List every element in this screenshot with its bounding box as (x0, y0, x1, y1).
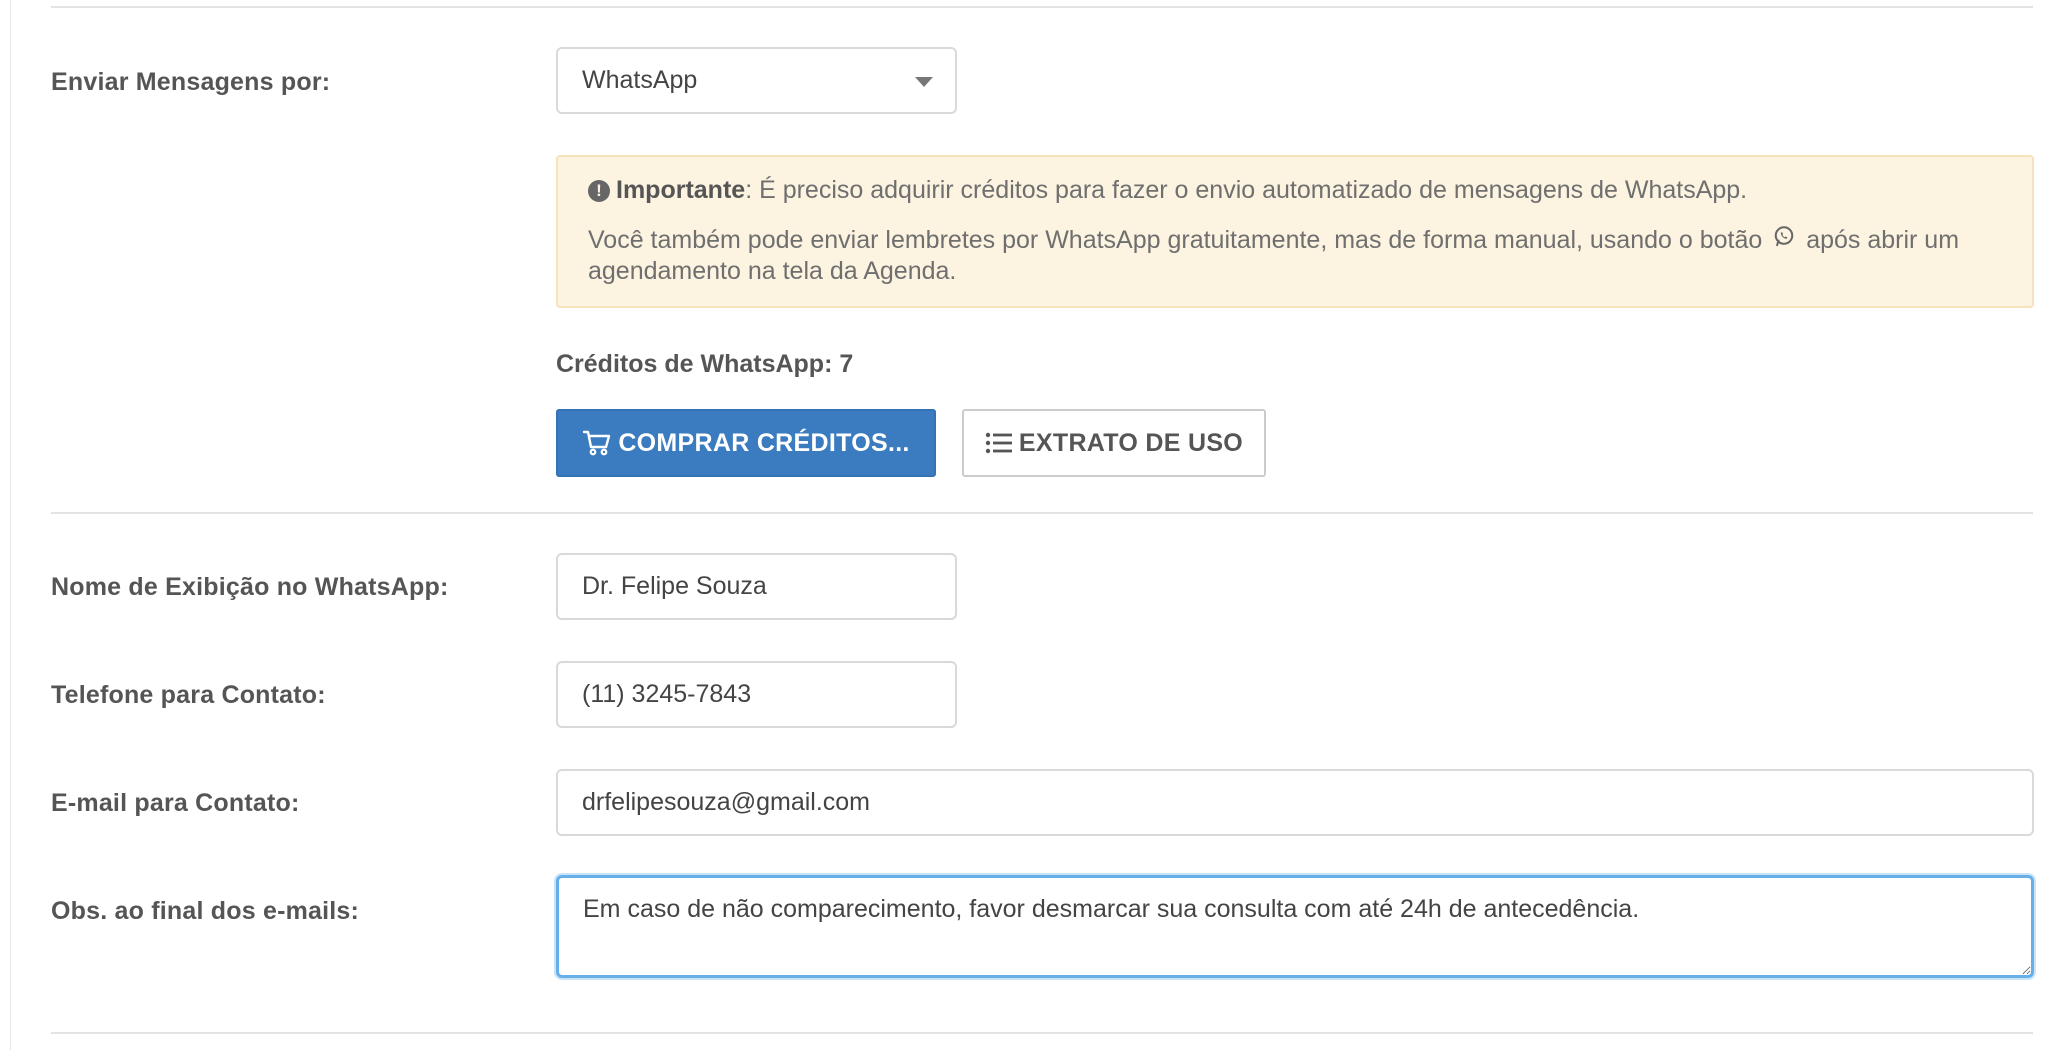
phone-input[interactable] (556, 661, 957, 728)
important-alert: ! Importante: É preciso adquirir créditos… (556, 155, 2034, 308)
usage-statement-button[interactable]: EXTRATO DE USO (962, 409, 1266, 477)
chevron-down-icon (915, 77, 933, 87)
settings-panel: Enviar Mensagens por: WhatsApp ! Importan… (10, 0, 2070, 1050)
shopping-cart-icon (583, 430, 611, 456)
send-via-label: Enviar Mensagens por: (51, 68, 331, 96)
whatsapp-credits: Créditos de WhatsApp: 7 (556, 350, 854, 378)
alert-text-2-before: Você também pode enviar lembretes por Wh… (588, 226, 1763, 254)
phone-label: Telefone para Contato: (51, 681, 326, 709)
footer-note-label: Obs. ao final dos e-mails: (51, 897, 360, 925)
exclamation-circle-icon: ! (588, 179, 610, 202)
divider-bottom (51, 1032, 2033, 1034)
send-via-select[interactable]: WhatsApp (556, 47, 957, 114)
email-input[interactable] (556, 769, 2034, 836)
list-icon (985, 432, 1012, 454)
buy-credits-button[interactable]: COMPRAR CRÉDITOS... (556, 409, 936, 477)
send-via-selected-value: WhatsApp (582, 66, 698, 94)
display-name-label: Nome de Exibição no WhatsApp: (51, 573, 449, 601)
display-name-input[interactable] (556, 553, 957, 620)
usage-statement-label: EXTRATO DE USO (1018, 428, 1244, 457)
alert-text-1: : É preciso adquirir créditos para fazer… (745, 176, 1748, 204)
divider-middle (51, 512, 2033, 514)
buy-credits-label: COMPRAR CRÉDITOS... (618, 428, 910, 457)
whatsapp-icon (1773, 224, 1795, 255)
email-label: E-mail para Contato: (51, 789, 300, 817)
alert-strong: Importante (616, 176, 746, 204)
footer-note-textarea[interactable]: Em caso de não comparecimento, favor des… (556, 875, 2034, 978)
divider-top (51, 6, 2033, 8)
